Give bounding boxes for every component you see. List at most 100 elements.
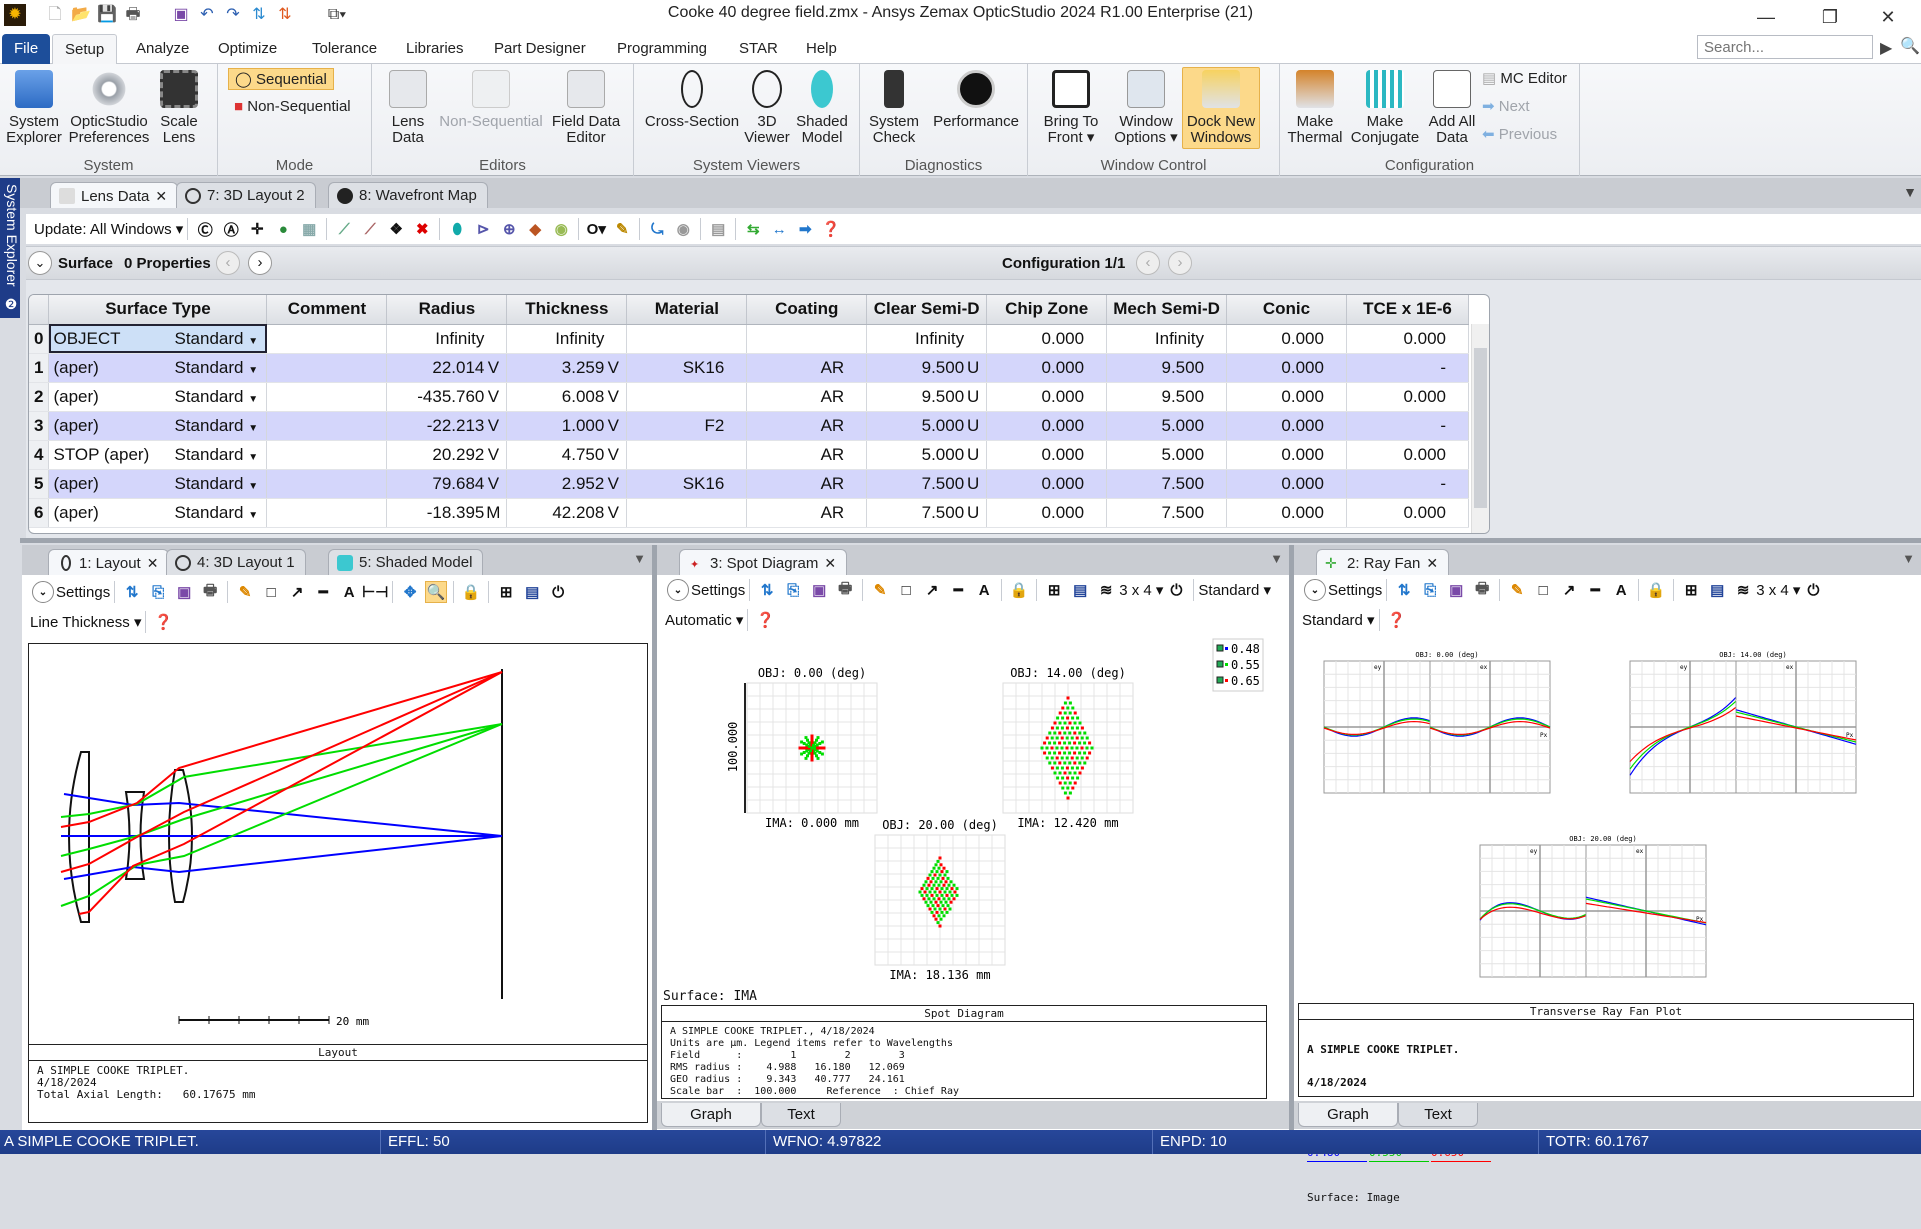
pencil-icon[interactable]: ✎ <box>234 581 256 603</box>
tab-help[interactable]: Help <box>794 34 849 64</box>
coating-cell[interactable]: AR <box>746 469 868 499</box>
coating-cell[interactable]: AR <box>746 440 868 470</box>
splitter[interactable] <box>20 538 1921 543</box>
comment-cell[interactable] <box>266 411 388 441</box>
comment-cell[interactable] <box>266 353 388 383</box>
spot-plot[interactable]: OBJ: 0.00 (deg) IMA: 0.000 mm OBJ: 14.00 (… <box>657 637 1289 1101</box>
coating-cell[interactable] <box>746 324 868 354</box>
solve-type[interactable]: V <box>604 358 622 378</box>
window-icon[interactable]: ▤ <box>521 581 543 603</box>
crosshair-icon[interactable]: ✛ <box>246 218 268 240</box>
thickness-cell[interactable]: 2.952 V <box>506 469 628 499</box>
settings-expand-icon[interactable]: ⌄ <box>32 581 54 603</box>
comment-cell[interactable] <box>266 382 388 412</box>
zoom-tool-icon[interactable]: 🔍 <box>425 581 448 603</box>
system-explorer-button[interactable]: System Explorer <box>4 68 64 146</box>
help-icon[interactable]: ❓ <box>152 611 174 633</box>
tab-wavefront-map[interactable]: 8: Wavefront Map <box>328 182 488 208</box>
col-clear-semi-dia[interactable]: Clear Semi-D <box>866 295 988 325</box>
tab-star[interactable]: STAR <box>727 34 790 64</box>
next-surface-button[interactable]: › <box>248 251 272 275</box>
calc-all-icon[interactable]: Ⓐ <box>220 218 242 240</box>
table-row[interactable]: 0 OBJECT Standard ▼ Infinity Infinity Infini… <box>29 324 1470 354</box>
solve-type[interactable]: U <box>964 445 982 465</box>
help-icon[interactable]: ❓ <box>754 609 776 631</box>
bring-to-front-button[interactable]: Bring To Front ▾ <box>1038 68 1104 146</box>
add-all-data-button[interactable]: Add All Data <box>1424 68 1480 146</box>
radius-cell[interactable]: -18.395 M <box>386 498 508 528</box>
clear-semi-dia-cell[interactable]: Infinity <box>866 324 988 354</box>
radius-cell[interactable]: 20.292 V <box>386 440 508 470</box>
material-cell[interactable] <box>626 440 748 470</box>
pan-icon[interactable]: ✥ <box>399 581 421 603</box>
thickness-cell[interactable]: 42.208 V <box>506 498 628 528</box>
remove-fold-icon[interactable]: ✖ <box>411 218 433 240</box>
comment-cell[interactable] <box>266 440 388 470</box>
tab-spot-diagram[interactable]: ✦ 3: Spot Diagram ✕ <box>679 549 848 575</box>
conic-cell[interactable]: 0.000 <box>1226 324 1347 354</box>
line-tool-icon[interactable]: ━ <box>1584 579 1606 601</box>
radius-cell[interactable]: 22.014 V <box>386 353 508 383</box>
add-fold-icon[interactable]: ❖ <box>385 218 407 240</box>
notes-icon[interactable]: ▤ <box>707 218 729 240</box>
table-row[interactable]: 1 (aper) Standard ▼ 22.014 V 3.259 V SK16 AR 9.… <box>29 353 1470 383</box>
system-explorer-sidebar[interactable]: System Explorer ❷ <box>0 178 20 318</box>
line-tool-icon[interactable]: ━ <box>947 579 969 601</box>
layers-icon[interactable]: ≋ <box>1732 579 1754 601</box>
solve-type[interactable]: V <box>604 503 622 523</box>
standard-dropdown[interactable]: Standard ▾ <box>1198 581 1271 599</box>
tab-setup[interactable]: Setup <box>52 34 118 64</box>
local-to-global-icon[interactable]: ◆ <box>524 218 546 240</box>
tab-menu-icon[interactable]: ▼ <box>1903 184 1917 200</box>
chip-zone-cell[interactable]: 0.000 <box>986 382 1108 412</box>
solve-type[interactable]: U <box>964 474 982 494</box>
window-menu-icon[interactable]: ▼ <box>633 551 646 566</box>
nsc-editor-button[interactable]: Non-Sequential <box>438 68 544 130</box>
search-icon[interactable]: 🔍 <box>1900 36 1920 56</box>
chip-zone-cell[interactable]: 0.000 <box>986 411 1108 441</box>
restore-icon[interactable]: ❐ <box>1810 4 1850 30</box>
tce-cell[interactable]: - <box>1346 469 1470 499</box>
glass-catalog-icon[interactable]: ▦ <box>298 218 320 240</box>
refresh-icon[interactable]: ⇅ <box>756 579 778 601</box>
table-row[interactable]: 5 (aper) Standard ▼ 79.684 V 2.952 V SK16 AR 7.… <box>29 469 1470 499</box>
col-material[interactable]: Material <box>626 295 748 325</box>
material-cell[interactable] <box>626 382 748 412</box>
comment-cell[interactable] <box>266 469 388 499</box>
conic-cell[interactable]: 0.000 <box>1226 382 1347 412</box>
calc-1-icon[interactable]: Ⓒ <box>194 218 216 240</box>
tce-cell[interactable]: 0.000 <box>1346 382 1470 412</box>
settings-expand-icon[interactable]: ⌄ <box>667 579 689 601</box>
grid-dropdown[interactable]: 3 x 4 ▾ <box>1756 581 1800 599</box>
tab-graph[interactable]: Graph <box>1298 1103 1398 1127</box>
sag-map-icon[interactable]: ◉ <box>550 218 572 240</box>
search-go-icon[interactable]: ▶ <box>1880 38 1892 58</box>
next-config-button[interactable]: ➡ Next <box>1482 96 1530 118</box>
copy-icon[interactable]: ⎘ <box>1419 579 1441 601</box>
sequential-button[interactable]: ◯ Sequential <box>228 68 334 90</box>
thickness-cell[interactable]: 3.259 V <box>506 353 628 383</box>
coating-cell[interactable]: AR <box>746 382 868 412</box>
tab-text[interactable]: Text <box>761 1103 841 1127</box>
clear-semi-dia-cell[interactable]: 5.000 U <box>866 440 988 470</box>
material-cell[interactable] <box>626 324 748 354</box>
table-scrollbar[interactable] <box>1471 324 1489 533</box>
lens-icon[interactable]: ⬮ <box>446 218 468 240</box>
system-check-button[interactable]: System Check <box>864 68 924 146</box>
window-icon[interactable]: ▤ <box>1706 579 1728 601</box>
copy-icon[interactable]: ⎘ <box>782 579 804 601</box>
col-coating[interactable]: Coating <box>746 295 868 325</box>
col-thickness[interactable]: Thickness <box>506 295 628 325</box>
save-icon[interactable]: ▣ <box>808 579 830 601</box>
col-comment[interactable]: Comment <box>266 295 388 325</box>
tab-part-designer[interactable]: Part Designer <box>482 34 598 64</box>
toggle-icon[interactable]: ◉ <box>672 218 694 240</box>
surface-type-cell[interactable]: (aper) Standard ▼ <box>48 498 268 528</box>
settings-button[interactable]: Settings <box>1328 582 1382 599</box>
radius-cell[interactable]: -435.760 V <box>386 382 508 412</box>
solve-type[interactable]: V <box>484 416 502 436</box>
mech-semi-dia-cell[interactable]: 9.500 <box>1106 382 1228 412</box>
line-thickness-dropdown[interactable]: Line Thickness ▾ <box>30 613 141 631</box>
mech-semi-dia-cell[interactable]: 7.500 <box>1106 469 1228 499</box>
link-icon[interactable]: ⤿ <box>646 218 668 240</box>
